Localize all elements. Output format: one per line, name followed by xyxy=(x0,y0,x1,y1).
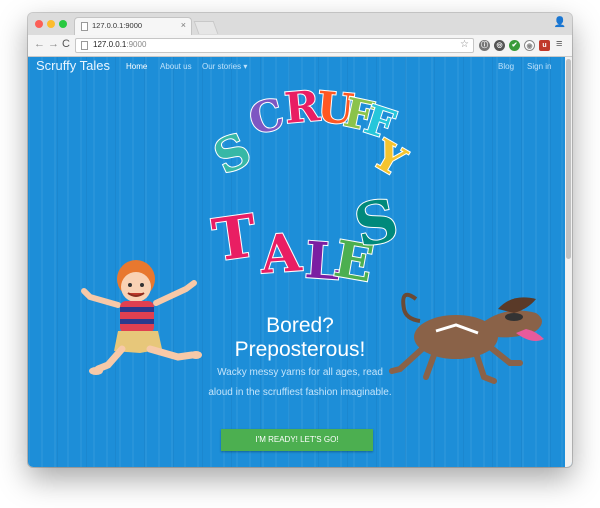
url-host: 127.0.0.1 xyxy=(93,40,127,49)
nav-sign-in[interactable]: Sign in xyxy=(527,62,551,71)
site-navbar: Scruffy Tales Home About us Our stories … xyxy=(28,57,565,78)
address-bar[interactable]: 127.0.0.1:9000 ☆ xyxy=(75,38,474,53)
forward-arrow-icon[interactable]: → xyxy=(48,38,59,50)
nav-about-us[interactable]: About us xyxy=(160,62,192,71)
bookmark-star-icon[interactable]: ☆ xyxy=(460,39,469,50)
hero-tagline: Wacky messy yarns for all ages, read alo… xyxy=(208,367,392,398)
browser-window: 127.0.0.1:9000 × 👤 ← → C 127.0.0.1:9000 … xyxy=(28,13,572,467)
extension-check-icon[interactable]: ✔ xyxy=(509,40,520,51)
url-text[interactable]: 127.0.0.1:9000 xyxy=(93,40,146,49)
extension-target-icon[interactable]: ◉ xyxy=(524,40,535,51)
hero-headline: Bored? Preposterous! xyxy=(178,314,422,362)
scruffy-tales-logo: S C R U F F Y T A L E S xyxy=(205,80,415,294)
tab-close-icon[interactable]: × xyxy=(181,20,186,30)
web-page: Scruffy Tales Home About us Our stories … xyxy=(28,57,572,467)
logo-letter-t: T xyxy=(208,202,260,275)
page-icon xyxy=(81,22,88,31)
browser-toolbar: ← → C 127.0.0.1:9000 ☆ ⓘ ◎ ✔ ◉ u ≡ xyxy=(28,35,572,57)
logo-letter-c: C xyxy=(244,89,289,145)
nav-home[interactable]: Home xyxy=(126,62,147,71)
minimize-window-button[interactable] xyxy=(47,20,55,28)
nav-our-stories[interactable]: Our stories ▾ xyxy=(202,62,247,71)
page-icon xyxy=(81,41,88,50)
tab-title: 127.0.0.1:9000 xyxy=(92,21,143,30)
nav-our-stories-label: Our stories xyxy=(202,62,242,71)
url-port: :9000 xyxy=(126,40,147,49)
logo-letter-a: A xyxy=(258,222,304,286)
dropdown-caret-icon: ▾ xyxy=(243,62,248,71)
headline-line-2: Preposterous! xyxy=(234,338,366,361)
ublock-icon[interactable]: u xyxy=(539,40,550,51)
back-arrow-icon[interactable]: ← xyxy=(34,38,45,50)
new-tab-button[interactable] xyxy=(193,21,219,34)
zoom-window-button[interactable] xyxy=(59,20,67,28)
browser-menu-icon[interactable]: ≡ xyxy=(556,38,562,50)
nav-blog[interactable]: Blog xyxy=(498,62,514,71)
headline-line-1: Bored? xyxy=(266,314,334,337)
scrollbar-thumb[interactable] xyxy=(566,59,571,259)
extension-info-icon[interactable]: ⓘ xyxy=(479,40,490,51)
page-scrollbar[interactable] xyxy=(565,57,572,467)
extension-circle-icon[interactable]: ◎ xyxy=(494,40,505,51)
reload-icon[interactable]: C xyxy=(62,38,70,50)
close-window-button[interactable] xyxy=(35,20,43,28)
site-brand[interactable]: Scruffy Tales xyxy=(36,58,110,73)
im-ready-button[interactable]: I'M READY! LET'S GO! xyxy=(221,429,373,451)
logo-letter-s: S xyxy=(206,122,259,185)
tab-strip: 127.0.0.1:9000 × 👤 xyxy=(28,13,572,35)
profile-icon[interactable]: 👤 xyxy=(554,17,566,28)
browser-tab[interactable]: 127.0.0.1:9000 × xyxy=(74,17,192,35)
